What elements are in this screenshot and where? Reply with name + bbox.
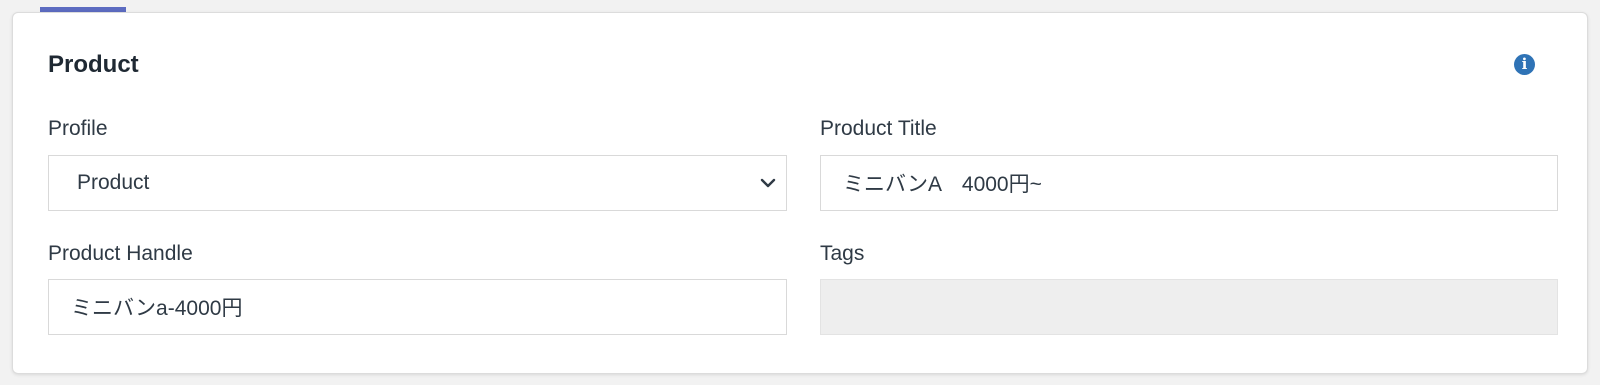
product-title-label: Product Title bbox=[820, 117, 937, 140]
product-handle-value: ミニバンa-4000円 bbox=[71, 297, 243, 320]
product-handle-input[interactable]: ミニバンa-4000円 bbox=[48, 279, 787, 335]
chevron-down-icon bbox=[760, 178, 776, 188]
profile-select[interactable]: Product bbox=[48, 155, 787, 211]
profile-label: Profile bbox=[48, 117, 108, 140]
product-title-value: ミニバンA 4000円~ bbox=[843, 173, 1042, 196]
product-title-input[interactable]: ミニバンA 4000円~ bbox=[820, 155, 1558, 211]
card-title: Product bbox=[48, 51, 139, 78]
tags-input[interactable] bbox=[820, 279, 1558, 335]
info-icon[interactable]: i bbox=[1514, 54, 1535, 75]
product-card: Product i Profile Product Product Title … bbox=[12, 12, 1588, 374]
profile-select-value: Product bbox=[77, 171, 150, 194]
tags-label: Tags bbox=[820, 242, 865, 265]
product-handle-label: Product Handle bbox=[48, 242, 193, 265]
